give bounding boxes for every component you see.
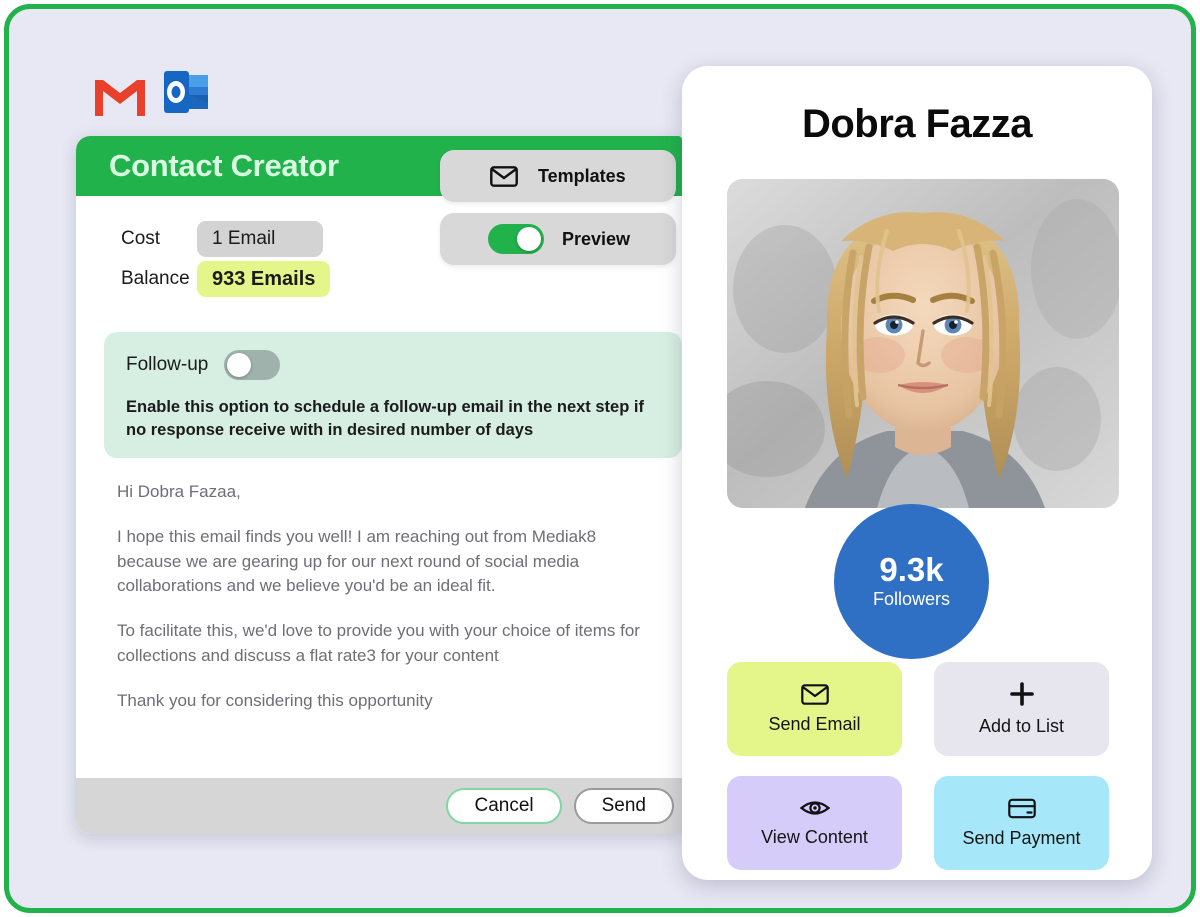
screenshot-root: Contact Creator Cost 1 Email Balance 933… — [0, 0, 1200, 917]
cost-label: Cost — [121, 228, 161, 249]
outlook-icon — [161, 67, 211, 117]
add-to-list-label: Add to List — [978, 716, 1065, 736]
page-title: Contact Creator — [109, 148, 339, 183]
followup-toggle[interactable] — [224, 350, 281, 380]
envelope-icon — [800, 683, 829, 705]
cancel-button[interactable]: Cancel — [446, 788, 562, 824]
email-paragraph: To facilitate this, we'd love to provide… — [117, 621, 640, 666]
balance-value: 933 Emails — [197, 261, 331, 297]
email-paragraph: I hope this email finds you well! I am r… — [117, 526, 597, 596]
email-paragraph: Hi Dobra Fazaa, — [117, 482, 241, 501]
send-email-button[interactable]: Send Email — [727, 662, 902, 756]
eye-icon — [799, 798, 830, 818]
cost-row: Cost 1 Email — [121, 220, 330, 258]
creator-actions: Send Email Add to List View Content Send… — [727, 662, 1109, 870]
followers-count: 9.3k — [879, 550, 944, 588]
email-credit-meter: Cost 1 Email Balance 933 Emails — [121, 220, 331, 300]
followup-label: Follow-up — [126, 354, 209, 375]
card-footer: Cancel Send — [76, 778, 682, 834]
add-to-list-button[interactable]: Add to List — [934, 662, 1109, 756]
followers-badge: 9.3k Followers — [834, 504, 989, 659]
preview-label: Preview — [562, 228, 631, 249]
plus-icon — [1009, 681, 1035, 707]
followup-panel: Follow-up Enable this option to schedule… — [104, 332, 682, 458]
followup-header: Follow-up — [126, 350, 660, 380]
view-content-label: View Content — [761, 827, 868, 847]
send-email-label: Send Email — [768, 713, 861, 734]
send-payment-label: Send Payment — [962, 827, 1081, 848]
gmail-icon — [93, 75, 147, 117]
preview-toggle-row[interactable]: Preview — [440, 213, 676, 265]
mail-provider-logos — [93, 67, 211, 117]
templates-label: Templates — [538, 165, 626, 186]
send-button[interactable]: Send — [573, 788, 674, 824]
followers-label: Followers — [872, 589, 951, 610]
toggle-knob — [227, 353, 252, 377]
envelope-icon — [490, 165, 518, 187]
preview-toggle[interactable] — [488, 224, 544, 254]
balance-label: Balance — [121, 268, 190, 289]
send-payment-button[interactable]: Send Payment — [934, 776, 1109, 870]
cost-value: 1 Email — [197, 221, 323, 257]
creator-avatar — [727, 179, 1119, 508]
toggle-knob — [517, 227, 541, 251]
app-frame: Contact Creator Cost 1 Email Balance 933… — [4, 4, 1196, 913]
creator-name: Dobra Fazza — [801, 102, 1033, 146]
balance-row: Balance 933 Emails — [121, 260, 331, 298]
creator-profile-card: Dobra Fazza 9.3k Followers Send Email Ad… — [682, 66, 1152, 880]
view-content-button[interactable]: View Content — [727, 776, 902, 870]
templates-button[interactable]: Templates — [440, 150, 676, 202]
credit-card-icon — [1007, 798, 1036, 819]
followup-description: Enable this option to schedule a follow-… — [126, 398, 644, 440]
email-paragraph: Thank you for considering this opportuni… — [117, 690, 433, 710]
email-body[interactable]: Hi Dobra Fazaa, I hope this email finds … — [117, 480, 657, 714]
